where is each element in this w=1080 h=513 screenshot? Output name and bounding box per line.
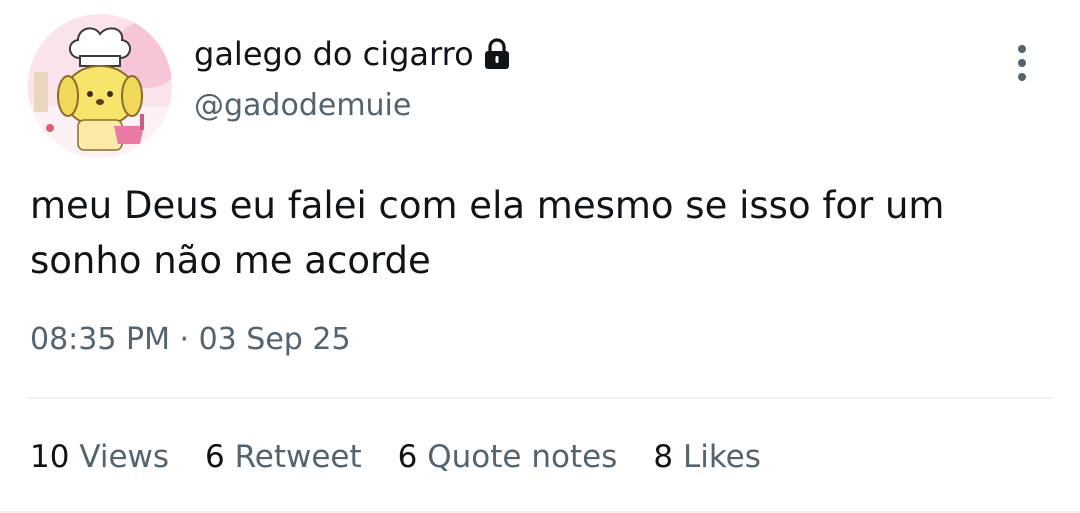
- tweet-card: galego do cigarro @gadodemuie meu Deus e…: [0, 0, 1080, 513]
- author-name-row: galego do cigarro: [194, 30, 512, 78]
- stat-label: Retweet: [234, 439, 362, 475]
- more-options-button[interactable]: [1002, 38, 1042, 88]
- chef-puppy-avatar-icon: [28, 14, 172, 158]
- stat-count: 10: [30, 439, 70, 475]
- stat-count: 6: [397, 439, 418, 475]
- stat-retweets[interactable]: 6 Retweet: [205, 439, 362, 475]
- stat-likes[interactable]: 8 Likes: [653, 439, 761, 475]
- tweet-text: meu Deus eu falei com ela mesmo se isso …: [30, 184, 957, 282]
- stat-views[interactable]: 10 Views: [30, 439, 169, 475]
- lock-icon: [482, 37, 512, 71]
- author-display-name[interactable]: galego do cigarro: [194, 35, 474, 73]
- more-vertical-icon: [1018, 45, 1026, 81]
- stat-count: 6: [205, 439, 225, 475]
- avatar[interactable]: [28, 14, 172, 158]
- divider: [28, 397, 1052, 399]
- stat-label: Quote notes: [427, 439, 618, 475]
- tweet-stats: 10 Views 6 Retweet 6 Quote notes 8 Likes: [30, 434, 797, 480]
- stat-label: Likes: [682, 439, 761, 475]
- author-handle[interactable]: @gadodemuie: [194, 88, 411, 123]
- stat-count: 8: [653, 439, 674, 475]
- stat-quote-notes[interactable]: 6 Quote notes: [398, 439, 618, 475]
- tweet-timestamp[interactable]: 08:35 PM · 03 Sep 25: [30, 322, 351, 357]
- stat-label: Views: [79, 439, 170, 475]
